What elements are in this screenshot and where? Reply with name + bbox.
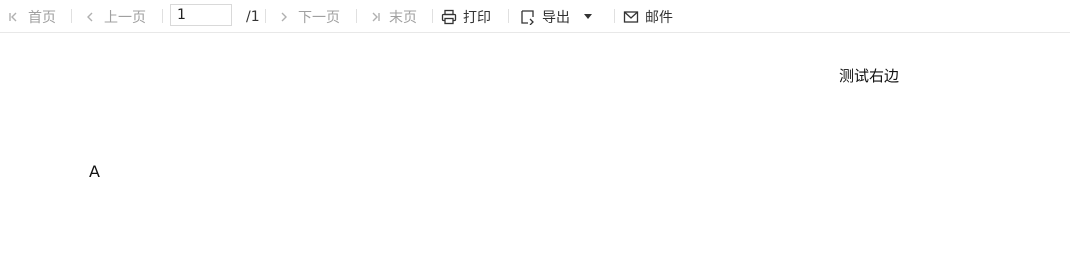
- divider: [162, 9, 163, 23]
- divider: [71, 9, 72, 23]
- page-total-label: /1: [246, 8, 260, 25]
- chevron-right-icon: [276, 9, 292, 25]
- printer-icon: [441, 9, 457, 25]
- divider: [508, 9, 509, 23]
- last-page-icon: [367, 9, 383, 25]
- chevron-left-icon: [82, 9, 98, 25]
- divider: [614, 9, 615, 23]
- last-page-label: 末页: [389, 9, 417, 26]
- mail-label: 邮件: [645, 9, 673, 26]
- prev-page-button[interactable]: 上一页: [82, 0, 146, 33]
- print-button[interactable]: 打印: [441, 0, 491, 33]
- export-button[interactable]: 导出: [520, 0, 592, 33]
- export-icon: [520, 9, 536, 25]
- last-page-button[interactable]: 末页: [367, 0, 417, 33]
- right-test-text: 测试右边: [839, 67, 900, 85]
- next-page-label: 下一页: [298, 9, 340, 26]
- page-number-input[interactable]: [170, 4, 232, 26]
- cell-text-a: A: [89, 162, 100, 181]
- mail-button[interactable]: 邮件: [623, 0, 673, 33]
- divider: [432, 9, 433, 23]
- divider: [356, 9, 357, 23]
- page-total: /1: [246, 0, 260, 33]
- export-label: 导出: [542, 9, 570, 26]
- next-page-button[interactable]: 下一页: [276, 0, 340, 33]
- first-page-icon: [6, 9, 22, 25]
- first-page-button[interactable]: 首页: [6, 0, 56, 33]
- prev-page-label: 上一页: [104, 9, 146, 26]
- report-toolbar: 首页 上一页 /1 下一页 末页 打印: [0, 0, 1070, 33]
- print-label: 打印: [463, 9, 491, 26]
- caret-down-icon[interactable]: [584, 13, 592, 20]
- mail-icon: [623, 9, 639, 25]
- first-page-label: 首页: [28, 9, 56, 26]
- divider: [265, 9, 266, 23]
